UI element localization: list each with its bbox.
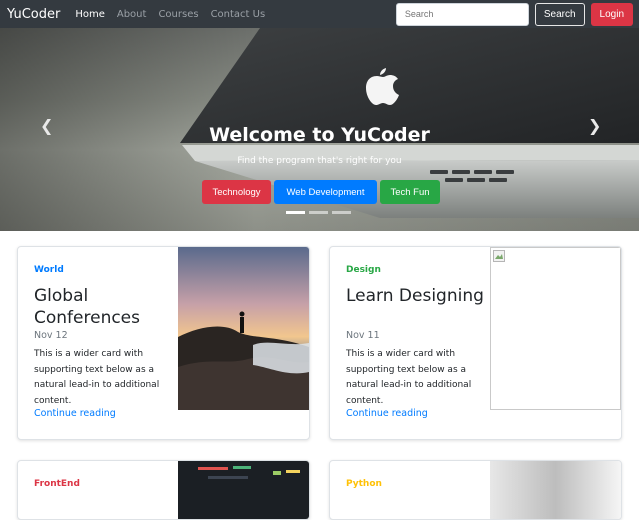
card-python: Python [329, 460, 622, 520]
navbar: YuCoder Home About Courses Contact Us Se… [0, 0, 639, 28]
card-title: Global Conferences [34, 286, 141, 328]
continue-reading-link[interactable]: Continue reading [346, 408, 428, 419]
card-text: This is a wider card with supporting tex… [346, 349, 472, 406]
web-development-button[interactable]: Web Development [274, 180, 377, 204]
card-text: This is a wider card with supporting tex… [34, 349, 160, 406]
card-frontend: FrontEnd [17, 460, 310, 520]
carousel-indicator-3[interactable] [332, 211, 351, 214]
carousel-indicators [286, 211, 351, 214]
card-title: Learn Designing [346, 286, 484, 306]
brand-logo[interactable]: YuCoder [7, 7, 60, 22]
carousel-title: Welcome to YuCoder [209, 124, 430, 146]
card-design: Design Learn Designing Nov 11 This is a … [329, 246, 622, 440]
login-button[interactable]: Login [590, 2, 633, 26]
broken-image-icon [490, 247, 621, 410]
card-world: World Global Conferences Nov 12 This is … [17, 246, 310, 440]
nav-right: Search Login [395, 0, 633, 28]
carousel-indicator-1[interactable] [286, 211, 305, 214]
card-category: Design [346, 265, 381, 275]
nav-links: Home About Courses Contact Us [75, 9, 265, 20]
carousel-buttons: Technology Web Development Tech Fun [202, 180, 440, 204]
card-image [178, 461, 309, 519]
search-input[interactable] [395, 2, 529, 26]
card-date: Nov 12 [34, 330, 68, 341]
search-button[interactable]: Search [534, 2, 585, 26]
nav-home[interactable]: Home [75, 9, 105, 20]
card-image [178, 247, 309, 410]
tech-fun-button[interactable]: Tech Fun [380, 180, 440, 204]
card-category: World [34, 265, 64, 275]
nav-courses[interactable]: Courses [158, 9, 198, 20]
nav-contact-us[interactable]: Contact Us [211, 9, 266, 20]
card-image [490, 461, 621, 519]
card-date: Nov 11 [346, 330, 380, 341]
hero-carousel: ❮ ❯ Welcome to YuCoder Find the program … [0, 28, 639, 231]
carousel-indicator-2[interactable] [309, 211, 328, 214]
continue-reading-link[interactable]: Continue reading [34, 408, 116, 419]
nav-about[interactable]: About [117, 9, 147, 20]
technology-button[interactable]: Technology [202, 180, 271, 204]
carousel-subtitle: Find the program that's right for you [237, 156, 402, 166]
